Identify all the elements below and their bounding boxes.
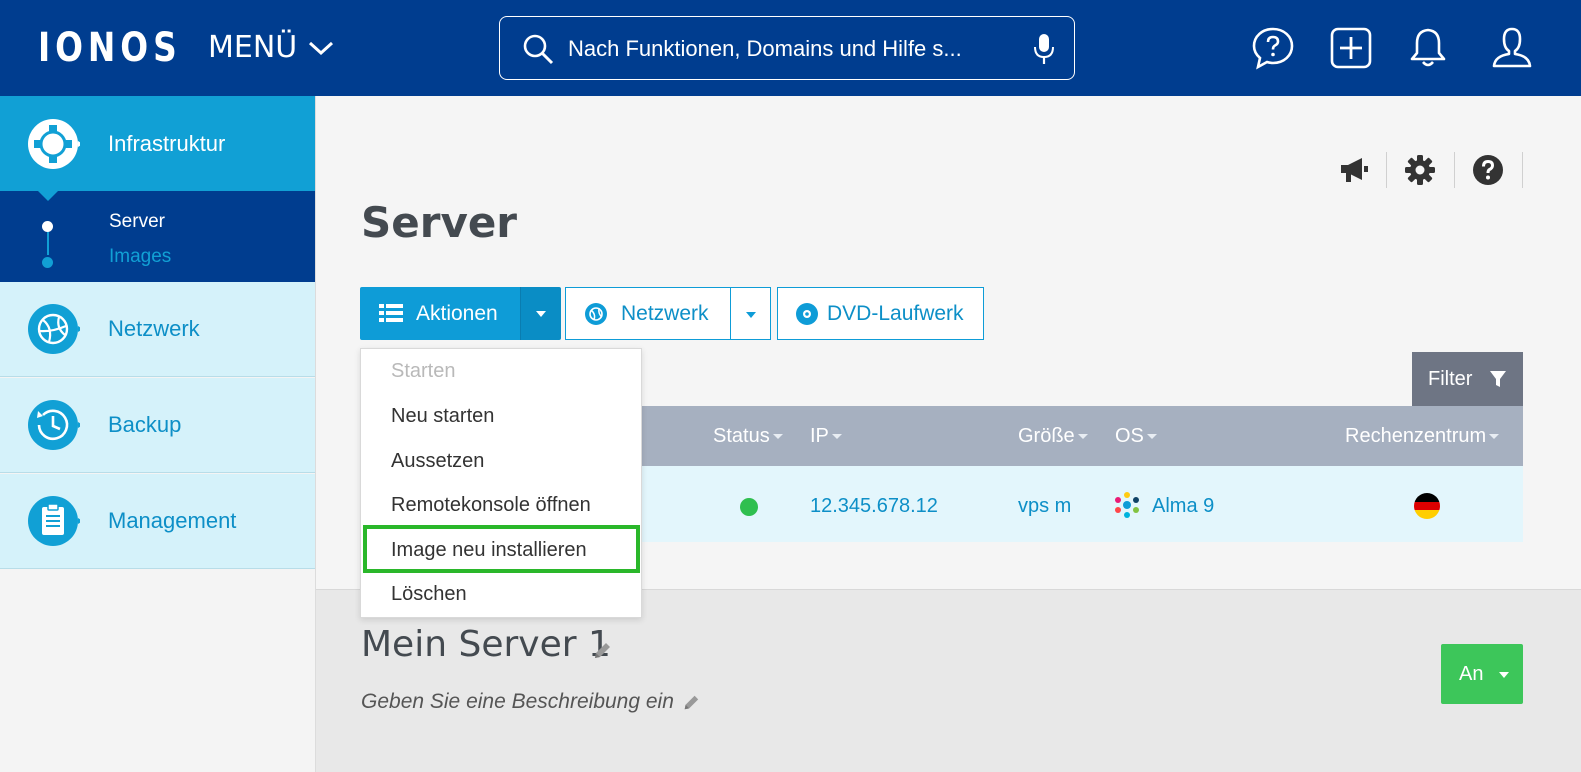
actions-label: Aktionen bbox=[416, 301, 498, 325]
search-box[interactable] bbox=[499, 16, 1075, 80]
gear-icon bbox=[1405, 155, 1435, 185]
announcement-button[interactable] bbox=[1334, 150, 1374, 190]
filter-funnel-icon bbox=[1490, 371, 1506, 387]
sidebar-item-label: Netzwerk bbox=[108, 316, 200, 341]
server-ip: 12.345.678.12 bbox=[810, 495, 938, 517]
menu-item-restart[interactable]: Neu starten bbox=[361, 394, 641, 438]
search-icon[interactable] bbox=[522, 33, 554, 65]
description-placeholder: Geben Sie eine Beschreibung ein bbox=[361, 690, 674, 713]
notification-bell-icon[interactable] bbox=[1406, 26, 1450, 70]
sidebar: Infrastruktur Server Images Netzwerk Bac… bbox=[0, 96, 316, 772]
sidebar-item-infrastructure[interactable]: Infrastruktur bbox=[0, 96, 315, 201]
menu-item-delete[interactable]: Löschen bbox=[361, 572, 641, 616]
server-os: Alma 9 bbox=[1152, 495, 1215, 517]
almalinux-logo-icon bbox=[1115, 492, 1139, 518]
main-menu-button[interactable]: MENÜ bbox=[208, 28, 335, 68]
network-dropdown-toggle[interactable] bbox=[730, 287, 771, 340]
actions-button[interactable]: Aktionen bbox=[360, 287, 520, 340]
edit-pencil-icon[interactable] bbox=[592, 641, 612, 661]
sidebar-item-label: Backup bbox=[108, 412, 182, 437]
edit-pencil-icon[interactable] bbox=[682, 694, 700, 712]
germany-flag-icon bbox=[1414, 493, 1440, 519]
menu-item-start: Starten bbox=[391, 360, 456, 382]
list-icon bbox=[379, 304, 403, 322]
status-running-indicator bbox=[740, 498, 758, 516]
column-label: OS bbox=[1115, 425, 1144, 447]
actions-dropdown-menu: Starten Neu starten Aussetzen Remotekons… bbox=[360, 348, 642, 618]
subnav-dot bbox=[42, 257, 53, 268]
microphone-icon[interactable] bbox=[1034, 33, 1054, 65]
megaphone-icon bbox=[1341, 158, 1368, 182]
chevron-down-icon bbox=[309, 41, 334, 56]
sidebar-item-backup[interactable]: Backup bbox=[0, 378, 315, 473]
subnav-item-server[interactable]: Server bbox=[109, 211, 165, 233]
network-button[interactable]: Netzwerk bbox=[565, 287, 731, 340]
question-circle-icon bbox=[1473, 155, 1503, 185]
sort-caret-icon bbox=[831, 434, 842, 440]
dvd-drive-button[interactable]: DVD-Laufwerk bbox=[777, 287, 984, 340]
subnav-item-images[interactable]: Images bbox=[109, 246, 171, 268]
network-label: Netzwerk bbox=[621, 301, 709, 325]
dvd-drive-label: DVD-Laufwerk bbox=[827, 301, 964, 325]
server-name: Mein Server 1 bbox=[361, 624, 611, 665]
ionos-logo[interactable]: IONOS bbox=[38, 26, 182, 70]
clipboard-icon bbox=[28, 496, 80, 546]
sidebar-item-management[interactable]: Management bbox=[0, 474, 315, 569]
sidebar-item-label: Management bbox=[108, 508, 237, 533]
add-icon[interactable] bbox=[1329, 26, 1373, 70]
infrastructure-icon bbox=[28, 118, 80, 169]
network-globe-icon bbox=[585, 303, 607, 325]
page-title: Server bbox=[361, 198, 518, 247]
column-header-ip[interactable]: IP bbox=[810, 406, 842, 466]
column-header-size[interactable]: Größe bbox=[1018, 406, 1088, 466]
menu-item-reinstall-image[interactable]: Image neu installieren bbox=[361, 528, 641, 572]
help-button[interactable] bbox=[1468, 150, 1508, 190]
menu-item-suspend[interactable]: Aussetzen bbox=[361, 439, 641, 483]
sort-caret-icon bbox=[1077, 434, 1088, 440]
toolbar-divider bbox=[1386, 152, 1387, 188]
column-label: IP bbox=[810, 425, 829, 447]
column-header-os[interactable]: OS bbox=[1115, 406, 1157, 466]
backup-clock-icon bbox=[28, 400, 80, 450]
power-state-button[interactable]: An bbox=[1441, 644, 1523, 704]
column-label: Status bbox=[713, 425, 770, 447]
subnav: Server Images bbox=[0, 191, 315, 282]
server-description[interactable]: Geben Sie eine Beschreibung ein bbox=[361, 690, 674, 714]
search-input[interactable] bbox=[568, 31, 1018, 67]
actions-dropdown-toggle[interactable] bbox=[520, 287, 561, 340]
toolbar-divider bbox=[1454, 152, 1455, 188]
menu-item-remote-console[interactable]: Remotekonsole öffnen bbox=[361, 483, 641, 527]
subnav-active-dot bbox=[42, 221, 53, 232]
caret-down-icon bbox=[746, 312, 756, 318]
server-size: vps m bbox=[1018, 495, 1072, 517]
menu-label: MENÜ bbox=[208, 30, 298, 65]
user-account-icon[interactable] bbox=[1490, 26, 1534, 70]
power-state-label: An bbox=[1459, 662, 1484, 685]
sidebar-item-network[interactable]: Netzwerk bbox=[0, 282, 315, 377]
settings-button[interactable] bbox=[1400, 150, 1440, 190]
caret-down-icon bbox=[1499, 672, 1509, 678]
column-header-status[interactable]: Status bbox=[713, 406, 783, 466]
column-label: Größe bbox=[1018, 425, 1075, 447]
column-header-datacenter[interactable]: Rechenzentrum bbox=[1345, 406, 1500, 466]
sort-caret-icon bbox=[1146, 434, 1157, 440]
filter-label: Filter bbox=[1428, 367, 1473, 390]
filter-button[interactable]: Filter bbox=[1412, 352, 1523, 406]
column-label: Rechenzentrum bbox=[1345, 425, 1487, 447]
sort-caret-icon bbox=[1489, 434, 1500, 440]
sort-caret-icon bbox=[772, 434, 783, 440]
disc-icon bbox=[796, 303, 818, 325]
toolbar-divider bbox=[1522, 152, 1523, 188]
sidebar-item-label: Infrastruktur bbox=[108, 130, 226, 156]
top-bar: IONOS MENÜ bbox=[0, 0, 1581, 96]
help-chat-icon[interactable] bbox=[1251, 26, 1295, 70]
caret-down-icon bbox=[536, 311, 546, 317]
network-globe-icon bbox=[28, 304, 80, 354]
